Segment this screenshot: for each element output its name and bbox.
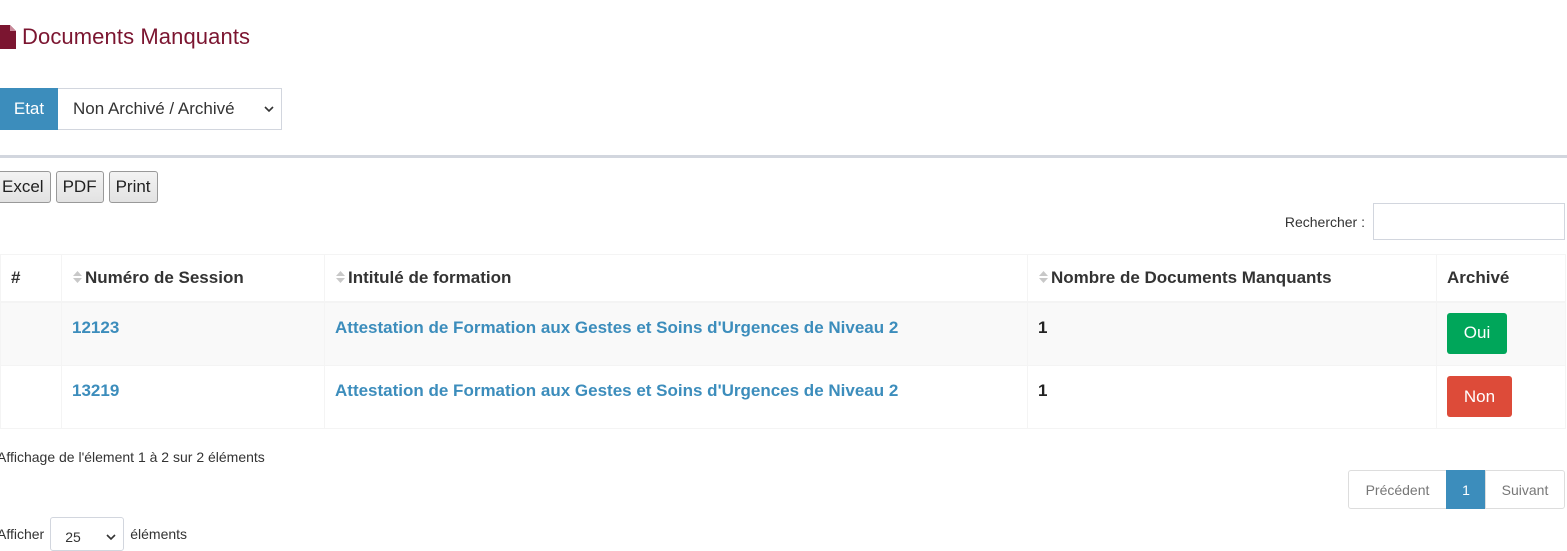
etat-select[interactable]: Non Archivé / Archivé [58,88,282,130]
table-row: 12123 Attestation de Formation aux Geste… [0,301,1566,366]
page-title: Documents Manquants [0,22,250,52]
etat-select-value: Non Archivé / Archivé [73,99,235,118]
chevron-down-icon [106,534,116,541]
search-box: Rechercher : [1285,203,1565,240]
etat-filter: Etat Non Archivé / Archivé [0,88,282,130]
chevron-down-icon [264,106,274,113]
file-icon [0,25,16,49]
table-row: 13219 Attestation de Formation aux Geste… [0,365,1566,429]
search-label: Rechercher : [1284,213,1365,230]
archived-yes-button[interactable]: Oui [1447,312,1507,354]
length-prefix: Afficher [0,526,45,542]
print-button[interactable]: Print [108,171,158,203]
column-header-count[interactable]: Nombre de Documents Manquants [1027,254,1437,303]
export-toolbar: Excel PDF Print [0,171,158,203]
column-header-index[interactable]: # [0,254,62,303]
table-header-row: # Numéro de Session Intitulé de formatio… [0,254,1566,303]
formation-link[interactable]: Attestation de Formation aux Gestes et S… [335,381,898,400]
column-header-session[interactable]: Numéro de Session [61,254,325,303]
length-value: 25 [65,529,81,545]
length-suffix: éléments [130,526,188,542]
row-index [0,301,62,366]
section-divider [0,155,1567,158]
column-header-archived[interactable]: Archivé [1436,254,1566,303]
formation-link[interactable]: Attestation de Formation aux Gestes et S… [335,318,898,337]
session-link[interactable]: 13219 [72,381,119,400]
pagination-next[interactable]: Suivant [1485,470,1565,509]
missing-count: 1 [1027,365,1437,429]
etat-label: Etat [0,88,58,130]
pagination-previous[interactable]: Précédent [1348,470,1447,509]
pdf-button[interactable]: PDF [55,171,104,203]
session-link[interactable]: 12123 [72,318,119,337]
sort-icon [73,270,82,283]
row-index [0,365,62,429]
search-input[interactable] [1373,203,1565,240]
pagination-page-1[interactable]: 1 [1446,470,1486,509]
sort-icon [1039,270,1048,283]
excel-button[interactable]: Excel [0,171,51,203]
length-select[interactable]: 25 [50,517,125,551]
page-length: Afficher 25 éléments [0,517,187,551]
missing-count: 1 [1027,301,1437,366]
table-info: Affichage de l'élement 1 à 2 sur 2 éléme… [0,449,265,465]
page-title-text: Documents Manquants [22,24,251,49]
documents-table: # Numéro de Session Intitulé de formatio… [0,254,1566,429]
pagination: Précédent 1 Suivant [1348,470,1565,509]
column-header-formation[interactable]: Intitulé de formation [324,254,1028,303]
archived-no-button[interactable]: Non [1447,376,1512,417]
sort-icon [336,270,345,283]
